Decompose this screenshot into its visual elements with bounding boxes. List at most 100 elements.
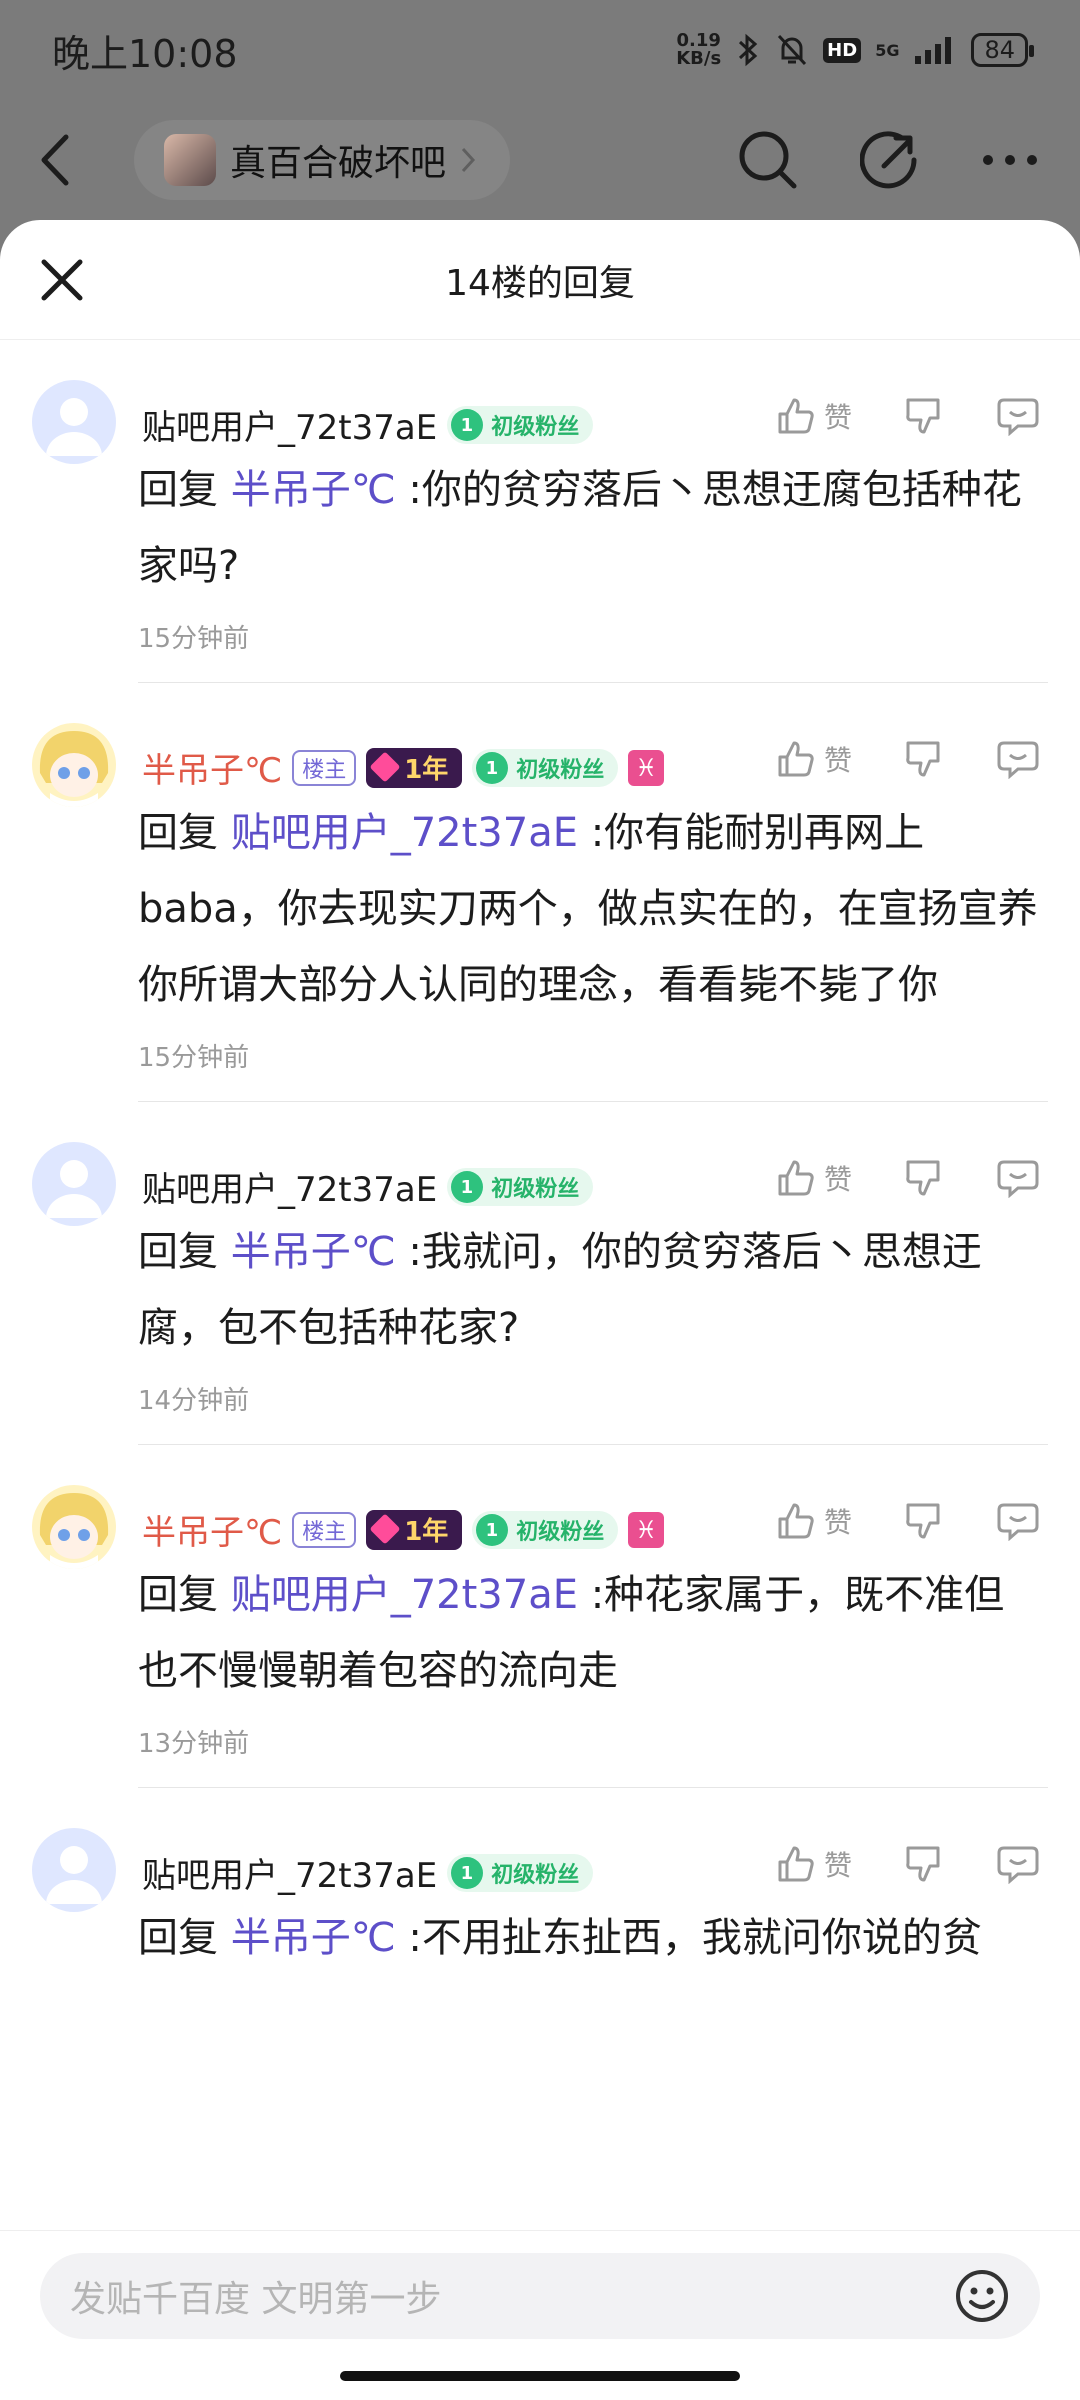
thumbs-up-icon xyxy=(778,398,814,434)
thumbs-down-icon[interactable] xyxy=(904,739,944,779)
reply-header: 贴吧用户_72t37aE 1 初级粉丝 赞 xyxy=(0,1788,1080,1912)
fan-badge: 1 初级粉丝 xyxy=(444,1849,594,1896)
reply-time: 14分钟前 xyxy=(138,1386,250,1416)
like-button[interactable]: 赞 xyxy=(776,1158,852,1198)
reply-item: 贴吧用户_72t37aE 1 初级粉丝 赞 回复 半吊子℃ :我就问，你的贫穷落后… xyxy=(0,1102,1080,1445)
reply-text[interactable]: 回复 半吊子℃ :你的贫穷落后丶思想迂腐包括种花家吗? xyxy=(0,452,1080,604)
username-row: 贴吧用户_72t37aE 1 初级粉丝 xyxy=(142,400,594,449)
comment-icon[interactable] xyxy=(996,396,1040,436)
reply-target[interactable]: 贴吧用户_72t37aE xyxy=(231,810,578,856)
status-bar: 晚上10:08 0.19 KB/s HD 5G 84 xyxy=(0,0,1080,100)
reply-target[interactable]: 半吊子℃ xyxy=(231,467,396,513)
forum-avatar xyxy=(164,134,216,186)
bottom-bar: 发贴千百度 文明第一步 xyxy=(0,2230,1080,2400)
back-button[interactable] xyxy=(40,128,88,192)
default-avatar-icon xyxy=(46,1846,102,1904)
chevron-right-icon xyxy=(461,147,476,173)
year-badge: 1年 xyxy=(366,1509,463,1550)
username[interactable]: 半吊子℃ xyxy=(142,1505,282,1554)
reply-text[interactable]: 回复 贴吧用户_72t37aE :种花家属于，既不准但也不慢慢朝着包容的流向走 xyxy=(0,1557,1080,1709)
share-icon[interactable] xyxy=(860,130,920,190)
forum-chip[interactable]: 真百合破坏吧 xyxy=(134,120,511,200)
fan-badge: 1 初级粉丝 xyxy=(444,1163,594,1210)
reply-actions: 赞 xyxy=(776,1501,1040,1541)
avatar[interactable] xyxy=(32,380,116,464)
thumbs-down-icon[interactable] xyxy=(904,396,944,436)
year-badge: 1年 xyxy=(366,747,463,788)
like-button[interactable]: 赞 xyxy=(776,1844,852,1884)
thumbs-down-icon[interactable] xyxy=(904,1158,944,1198)
input-placeholder: 发贴千百度 文明第一步 xyxy=(70,2279,442,2320)
fan-badge: 1 初级粉丝 xyxy=(444,401,594,448)
reply-target[interactable]: 半吊子℃ xyxy=(231,1915,396,1961)
username[interactable]: 贴吧用户_72t37aE xyxy=(142,400,437,449)
reply-item: 半吊子℃ 楼主 1年 1 初级粉丝 ♓ 赞 回复 贴吧用户_72t37aE :你有… xyxy=(0,683,1080,1102)
zodiac-badge: ♓ xyxy=(628,749,665,786)
username[interactable]: 贴吧用户_72t37aE xyxy=(142,1848,437,1897)
comment-icon[interactable] xyxy=(996,1158,1040,1198)
thumbs-down-icon[interactable] xyxy=(904,1844,944,1884)
reply-text[interactable]: 回复 半吊子℃ :不用扯东扯西，我就问你说的贫 xyxy=(0,1900,1080,1976)
reply-text[interactable]: 回复 半吊子℃ :我就问，你的贫穷落后丶思想迂腐，包不包括种花家? xyxy=(0,1214,1080,1366)
reply-target[interactable]: 贴吧用户_72t37aE xyxy=(231,1572,578,1618)
search-icon[interactable] xyxy=(736,128,800,192)
close-icon[interactable] xyxy=(40,258,84,302)
network-speed: 0.19 KB/s xyxy=(676,30,722,69)
thumbs-up-icon xyxy=(778,1503,814,1539)
like-button[interactable]: 赞 xyxy=(776,1501,852,1541)
username[interactable]: 贴吧用户_72t37aE xyxy=(142,1162,437,1211)
reply-actions: 赞 xyxy=(776,1844,1040,1884)
comment-icon[interactable] xyxy=(996,1501,1040,1541)
signal-icon xyxy=(915,37,952,64)
reply-item: 贴吧用户_72t37aE 1 初级粉丝 赞 回复 半吊子℃ :你的贫穷落后丶思想迂… xyxy=(0,340,1080,683)
avatar[interactable] xyxy=(32,1142,116,1226)
reply-header: 半吊子℃ 楼主 1年 1 初级粉丝 ♓ 赞 xyxy=(0,683,1080,807)
owner-badge: 楼主 xyxy=(292,749,357,786)
reply-input[interactable]: 发贴千百度 文明第一步 xyxy=(40,2253,1040,2339)
fan-badge: 1 初级粉丝 xyxy=(469,744,619,791)
like-button[interactable]: 赞 xyxy=(776,739,852,779)
username-row: 贴吧用户_72t37aE 1 初级粉丝 xyxy=(142,1848,594,1897)
signal-label: 5G xyxy=(875,40,900,60)
username-row: 半吊子℃ 楼主 1年 1 初级粉丝 ♓ xyxy=(142,1505,665,1554)
home-indicator[interactable] xyxy=(340,2371,740,2381)
username-row: 贴吧用户_72t37aE 1 初级粉丝 xyxy=(142,1162,594,1211)
emoji-icon[interactable] xyxy=(954,2268,1010,2324)
forum-name: 真百合破坏吧 xyxy=(230,143,447,184)
reply-actions: 赞 xyxy=(776,1158,1040,1198)
zodiac-badge: ♓ xyxy=(628,1511,665,1548)
reply-header: 贴吧用户_72t37aE 1 初级粉丝 赞 xyxy=(0,340,1080,464)
replies-list: 贴吧用户_72t37aE 1 初级粉丝 赞 回复 半吊子℃ :你的贫穷落后丶思想迂… xyxy=(0,340,1080,1976)
reply-target[interactable]: 半吊子℃ xyxy=(231,1229,396,1275)
username[interactable]: 半吊子℃ xyxy=(142,743,282,792)
default-avatar-icon xyxy=(46,398,102,456)
comment-icon[interactable] xyxy=(996,1844,1040,1884)
thumbs-up-icon xyxy=(778,1160,814,1196)
like-button[interactable]: 赞 xyxy=(776,396,852,436)
thumbs-up-icon xyxy=(778,741,814,777)
sheet-title: 14楼的回复 xyxy=(445,262,635,304)
avatar[interactable] xyxy=(32,1828,116,1912)
thumbs-down-icon[interactable] xyxy=(904,1501,944,1541)
avatar[interactable] xyxy=(32,723,116,807)
bluetooth-icon xyxy=(739,33,758,67)
reply-actions: 赞 xyxy=(776,739,1040,779)
battery-indicator: 84 xyxy=(971,33,1034,67)
reply-header: 半吊子℃ 楼主 1年 1 初级粉丝 ♓ 赞 xyxy=(0,1445,1080,1569)
reply-item: 贴吧用户_72t37aE 1 初级粉丝 赞 回复 半吊子℃ :不用扯东扯西，我就问… xyxy=(0,1788,1080,1976)
mute-bell-icon xyxy=(778,34,807,66)
reply-time: 15分钟前 xyxy=(138,624,250,654)
comment-icon[interactable] xyxy=(996,739,1040,779)
anime-avatar-icon xyxy=(39,1493,109,1569)
status-icons: 0.19 KB/s HD 5G 84 xyxy=(676,30,1034,69)
sheet-header: 14楼的回复 xyxy=(0,220,1080,340)
chevron-left-icon xyxy=(41,134,69,186)
reply-actions: 赞 xyxy=(776,396,1040,436)
reply-item: 半吊子℃ 楼主 1年 1 初级粉丝 ♓ 赞 回复 贴吧用户_72t37aE :种花… xyxy=(0,1445,1080,1788)
thumbs-up-icon xyxy=(778,1846,814,1882)
more-icon[interactable] xyxy=(980,152,1040,168)
avatar[interactable] xyxy=(32,1485,116,1569)
reply-time: 15分钟前 xyxy=(138,1043,250,1073)
reply-text[interactable]: 回复 贴吧用户_72t37aE :你有能耐别再网上baba，你去现实刀两个，做点… xyxy=(0,795,1080,1023)
status-time: 晚上10:08 xyxy=(52,31,238,76)
